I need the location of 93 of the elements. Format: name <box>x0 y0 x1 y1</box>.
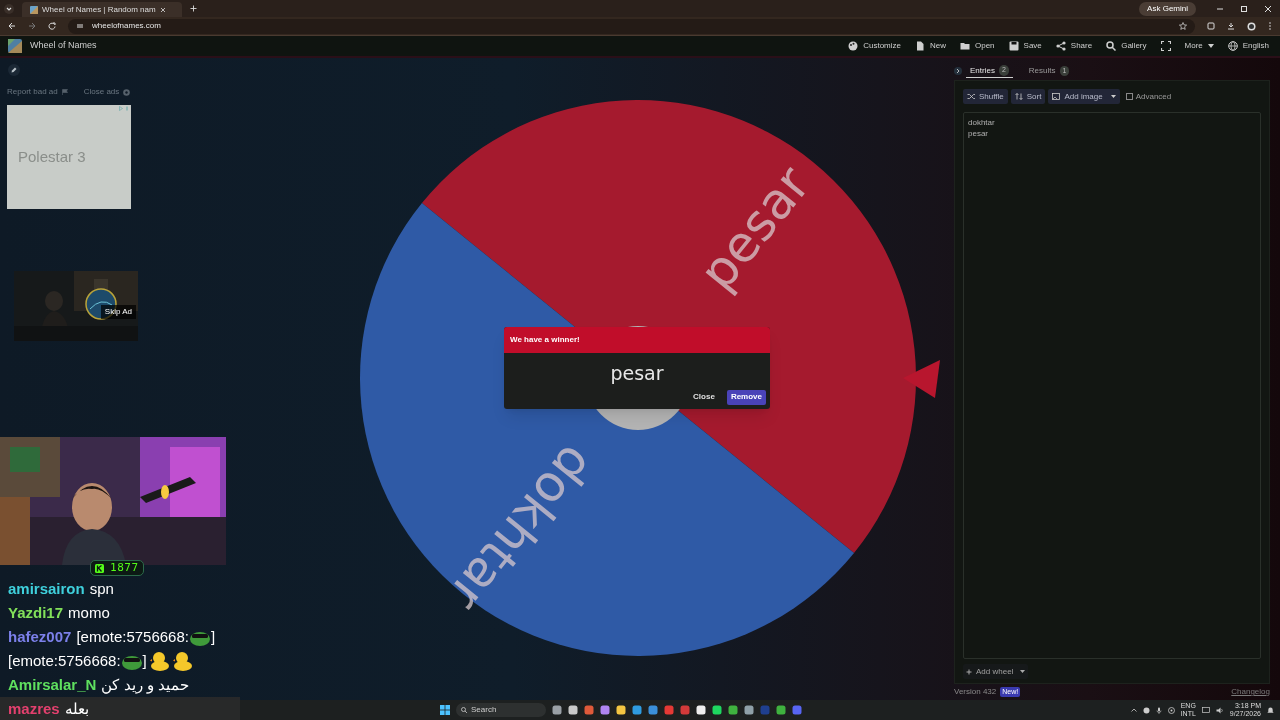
report-ad-link[interactable]: Report bad ad <box>7 86 68 98</box>
close-icon[interactable] <box>1264 4 1272 13</box>
menu-button[interactable]: English <box>1224 40 1272 52</box>
chat-message: ] <box>210 626 216 647</box>
caret-icon <box>1020 670 1026 673</box>
star-icon[interactable] <box>1179 22 1187 30</box>
winner-name: pesar <box>609 361 665 386</box>
duck-emote-icon <box>172 651 193 671</box>
reload-icon[interactable] <box>48 22 56 30</box>
dialog-title: We have a winner! <box>504 327 770 353</box>
taskbar-search-field[interactable]: Search <box>456 703 546 717</box>
back-arrow-icon[interactable] <box>8 22 16 30</box>
menu-button[interactable]: Customize <box>845 40 904 52</box>
close-button[interactable]: Close <box>689 389 719 405</box>
flag-icon <box>61 89 68 95</box>
profile-avatar-icon[interactable] <box>1247 21 1256 31</box>
caret-icon <box>1110 95 1116 98</box>
tab-list-icon[interactable] <box>4 3 14 14</box>
chat-message: حميد و ريد كن <box>101 674 189 696</box>
download-icon[interactable] <box>1227 22 1235 30</box>
duck-emote-icon <box>149 651 170 671</box>
folder-icon <box>960 41 970 51</box>
search-icon <box>461 707 467 713</box>
chat-username: mazres <box>8 698 60 719</box>
chat-message: [emote:5756668: <box>8 650 121 671</box>
share-icon <box>1055 41 1066 51</box>
pointer-icon <box>903 360 940 398</box>
advanced-checkbox[interactable]: Advanced <box>1125 90 1172 103</box>
chat-username: amirsairon <box>8 578 85 599</box>
ask-gemini-button[interactable]: Ask Gemini <box>1139 1 1196 16</box>
menu-button[interactable]: Share <box>1052 40 1096 52</box>
windows-logo-icon[interactable] <box>440 705 450 715</box>
search-icon <box>1106 41 1117 51</box>
menu-button[interactable]: New <box>912 40 949 52</box>
add-wheel-button[interactable]: Add wheel <box>963 664 1029 679</box>
shuffle-icon <box>967 93 975 100</box>
palette-icon <box>848 41 859 51</box>
image-button[interactable]: Add image <box>1048 89 1120 104</box>
extensions-icon[interactable] <box>1207 22 1215 30</box>
chat-message: spn <box>89 578 114 599</box>
fullscreen-icon <box>1160 41 1171 51</box>
speaker-icon[interactable] <box>1215 706 1224 714</box>
plus-icon <box>966 668 972 675</box>
follower-count-badge: 1877 <box>90 560 144 576</box>
browser-tab[interactable]: Wheel of Names | Random nam <box>22 2 182 17</box>
chat-username: Yazdi17 <box>8 602 64 623</box>
chat-message: ] <box>142 650 147 671</box>
bell-icon[interactable] <box>1267 706 1274 714</box>
gear-icon <box>123 88 131 96</box>
chevron-icon[interactable] <box>954 67 962 75</box>
entry-line: dokhtar <box>968 117 996 128</box>
address-bar[interactable]: wheelofnames.com <box>68 18 1195 34</box>
sort-button[interactable]: Sort <box>1010 89 1046 104</box>
ad-headline: Polestar 3 <box>18 146 86 167</box>
chat-message: momo <box>68 602 110 623</box>
plus-icon[interactable] <box>190 5 197 12</box>
maximize-icon[interactable] <box>1240 4 1248 13</box>
menu-button[interactable]: More <box>1181 40 1217 52</box>
menu-button[interactable]: Open <box>957 40 998 52</box>
sort-icon <box>1014 93 1023 100</box>
site-settings-icon[interactable] <box>76 22 84 30</box>
remove-button[interactable]: Remove <box>726 389 766 405</box>
video-ad[interactable]: Skip Ad <box>14 271 138 341</box>
file-icon <box>915 41 925 51</box>
app-title[interactable]: Wheel of Names <box>30 39 97 53</box>
tray-icon[interactable] <box>1142 706 1150 714</box>
chat-username: hafez007 <box>8 626 72 647</box>
forward-arrow-icon[interactable] <box>28 22 36 30</box>
entries-textarea[interactable]: dokhtar pesar <box>963 112 1261 659</box>
chevron-up-icon[interactable] <box>1130 708 1137 712</box>
microphone-icon[interactable] <box>1155 706 1162 714</box>
close-icon[interactable] <box>159 6 166 13</box>
close-ads-link[interactable]: Close ads <box>83 86 131 98</box>
version-label: Version 432 <box>954 686 997 698</box>
chat-message: بعله <box>64 698 89 719</box>
caret-icon <box>1207 44 1214 48</box>
chat-message: [emote:5756668: <box>76 626 189 647</box>
entry-line: pesar <box>968 128 989 139</box>
menu-icon[interactable] <box>1268 22 1272 30</box>
menu-button[interactable]: Save <box>1005 40 1045 52</box>
changelog-link[interactable]: Changelog <box>1231 686 1270 698</box>
chat-username: Amirsalar_N <box>8 674 97 695</box>
skip-ad-button[interactable]: Skip Ad <box>100 305 136 319</box>
display-icon[interactable] <box>1201 707 1210 713</box>
shuffle-button[interactable]: Shuffle <box>963 89 1008 104</box>
menu-button[interactable]: Gallery <box>1103 40 1150 52</box>
url-text: wheelofnames.com <box>92 20 161 32</box>
site-favicon-icon <box>30 5 38 14</box>
location-icon[interactable] <box>1167 706 1175 714</box>
k-logo-icon <box>95 563 104 573</box>
image-icon <box>1052 93 1061 100</box>
tab-title: Wheel of Names | Random nam <box>42 3 156 16</box>
globe-icon <box>1227 41 1238 51</box>
